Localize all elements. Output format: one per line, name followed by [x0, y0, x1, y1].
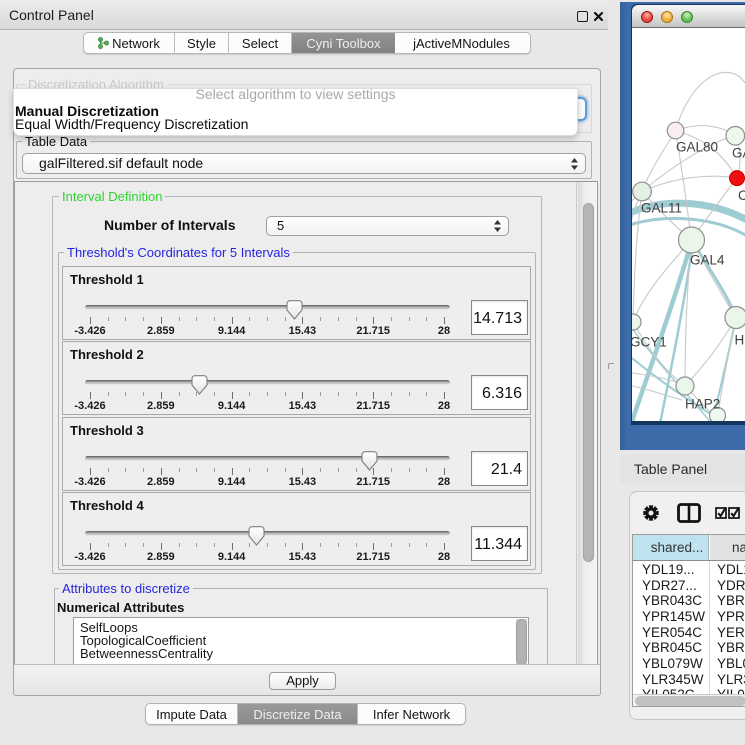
svg-text:C: C: [738, 188, 745, 203]
svg-text:HAP2: HAP2: [685, 397, 720, 412]
svg-text:GCY1: GCY1: [632, 335, 667, 350]
svg-text:GAL80: GAL80: [676, 140, 718, 155]
svg-text:GAL4: GAL4: [690, 253, 725, 268]
svg-text:GAL11: GAL11: [641, 201, 682, 216]
svg-text:GA: GA: [732, 146, 745, 161]
svg-text:H: H: [735, 333, 745, 348]
